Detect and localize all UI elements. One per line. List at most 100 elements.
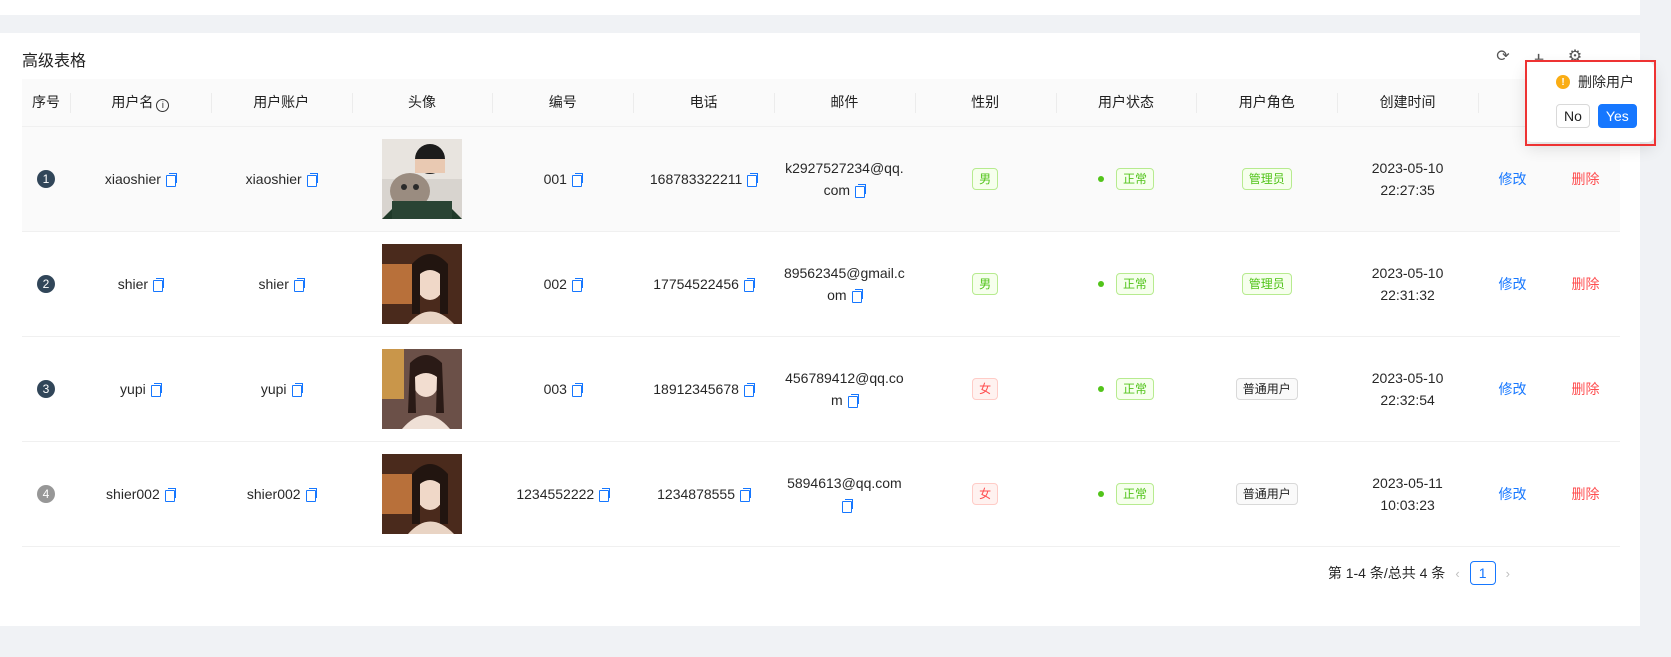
row-index-badge: 1 xyxy=(37,169,55,188)
col-role: 用户角色 xyxy=(1196,79,1338,127)
user-code: 002 xyxy=(543,275,567,292)
copy-icon[interactable] xyxy=(747,172,759,187)
username: shier002 xyxy=(106,485,160,502)
info-icon[interactable]: i xyxy=(156,98,170,112)
gender-tag: 女 xyxy=(972,377,999,400)
next-page-icon[interactable]: › xyxy=(1506,566,1510,581)
status-tag: 正常 xyxy=(1115,377,1154,400)
row-index-badge: 3 xyxy=(37,379,55,398)
copy-icon[interactable] xyxy=(847,393,859,408)
table-row: 1 xiaoshier xiaoshier 001 168783322211 k… xyxy=(22,126,1620,232)
username: yupi xyxy=(120,380,146,397)
role-tag: 普通用户 xyxy=(1235,377,1298,400)
edit-link[interactable]: 修改 xyxy=(1498,486,1526,502)
gender-tag: 男 xyxy=(972,167,999,190)
card-title: 高级表格 xyxy=(22,53,87,70)
copy-icon[interactable] xyxy=(305,487,317,502)
role-tag: 普通用户 xyxy=(1235,482,1298,505)
pagination-summary: 第 1-4 条/总共 4 条 xyxy=(1327,565,1446,581)
col-phone: 电话 xyxy=(633,79,774,127)
created-time: 2023-05-10 22:32:54 xyxy=(1371,369,1444,408)
copy-icon[interactable] xyxy=(293,277,305,292)
table-row: 3 yupi yupi 003 18912345678 456789412@qq… xyxy=(22,336,1620,442)
highlight-box xyxy=(1525,60,1656,146)
email: 456789412@qq.com xyxy=(785,369,904,408)
status-dot xyxy=(1097,175,1104,182)
col-avatar: 头像 xyxy=(351,79,493,127)
gender-tag: 女 xyxy=(972,482,999,505)
avatar xyxy=(381,348,462,429)
status-tag: 正常 xyxy=(1115,272,1154,295)
copy-icon[interactable] xyxy=(164,487,176,502)
row-index-badge: 2 xyxy=(37,274,55,293)
pagination: 第 1-4 条/总共 4 条 ‹ 1 › xyxy=(1328,561,1510,585)
delete-link[interactable]: 删除 xyxy=(1571,486,1599,502)
edit-link[interactable]: 修改 xyxy=(1498,276,1526,292)
delete-link[interactable]: 删除 xyxy=(1571,171,1599,187)
copy-icon[interactable] xyxy=(743,382,755,397)
table-header-row: 序号 用户名 i 用户账户 头像 编号 电话 邮件 性别 用户状态 用户角色 创建… xyxy=(22,79,1620,127)
copy-icon[interactable] xyxy=(571,172,583,187)
reload-icon[interactable]: ⟳ xyxy=(1492,45,1514,67)
copy-icon[interactable] xyxy=(599,487,611,502)
copy-icon[interactable] xyxy=(306,172,318,187)
copy-icon[interactable] xyxy=(291,382,303,397)
status-dot xyxy=(1097,385,1104,392)
phone: 1234878555 xyxy=(657,485,736,502)
delete-link[interactable]: 删除 xyxy=(1571,381,1599,397)
user-code: 001 xyxy=(543,170,567,187)
role-tag: 管理员 xyxy=(1241,272,1292,295)
account: yupi xyxy=(260,380,287,397)
user-table: 序号 用户名 i 用户账户 头像 编号 电话 邮件 性别 用户状态 用户角色 创建… xyxy=(22,79,1620,547)
username: shier xyxy=(117,275,149,292)
copy-icon[interactable] xyxy=(841,498,853,513)
email: 5894613@qq.com xyxy=(787,474,902,491)
status-dot xyxy=(1097,280,1104,287)
status-dot xyxy=(1097,490,1104,497)
delete-link[interactable]: 删除 xyxy=(1571,276,1599,292)
advanced-table-card: 高级表格 ⟳ ⫠ ⚙ 序号 用户名 i 用户账户 头像 编号 电话 邮件 性别 用… xyxy=(0,33,1640,626)
col-code: 编号 xyxy=(492,79,634,127)
copy-icon[interactable] xyxy=(743,277,755,292)
status-tag: 正常 xyxy=(1115,167,1154,190)
copy-icon[interactable] xyxy=(150,382,162,397)
page-item-current[interactable]: 1 xyxy=(1469,561,1496,585)
copy-icon[interactable] xyxy=(571,277,583,292)
account: shier xyxy=(258,275,289,292)
avatar xyxy=(381,138,462,219)
table-row: 4 shier002 shier002 1234552222 123487855… xyxy=(22,441,1620,547)
user-code: 003 xyxy=(543,380,567,397)
edit-link[interactable]: 修改 xyxy=(1498,171,1526,187)
user-code: 1234552222 xyxy=(516,485,595,502)
account: xiaoshier xyxy=(245,170,302,187)
col-account: 用户账户 xyxy=(210,79,352,127)
created-time: 2023-05-10 22:27:35 xyxy=(1371,159,1444,198)
prev-page-icon[interactable]: ‹ xyxy=(1455,566,1459,581)
col-status: 用户状态 xyxy=(1055,79,1197,127)
copy-icon[interactable] xyxy=(571,382,583,397)
copy-icon[interactable] xyxy=(740,487,752,502)
copy-icon[interactable] xyxy=(153,277,165,292)
role-tag: 管理员 xyxy=(1241,167,1292,190)
copy-icon[interactable] xyxy=(165,172,177,187)
edit-link[interactable]: 修改 xyxy=(1498,381,1526,397)
copy-icon[interactable] xyxy=(851,288,863,303)
top-card-strip xyxy=(0,0,1640,15)
created-time: 2023-05-11 10:03:23 xyxy=(1372,474,1443,513)
username: xiaoshier xyxy=(104,170,161,187)
col-username: 用户名 i xyxy=(70,79,211,127)
avatar xyxy=(381,243,462,324)
copy-icon[interactable] xyxy=(855,183,867,198)
table-row: 2 shier shier 002 17754522456 89562345@g… xyxy=(22,231,1620,337)
phone: 18912345678 xyxy=(653,380,739,397)
gender-tag: 男 xyxy=(972,272,999,295)
col-index: 序号 xyxy=(22,79,70,127)
account: shier002 xyxy=(246,485,301,502)
phone: 168783322211 xyxy=(649,170,743,187)
status-tag: 正常 xyxy=(1115,482,1154,505)
col-email: 邮件 xyxy=(773,79,915,127)
col-gender: 性别 xyxy=(914,79,1056,127)
avatar xyxy=(381,453,462,534)
created-time: 2023-05-10 22:31:32 xyxy=(1371,264,1444,303)
row-index-badge: 4 xyxy=(37,484,55,503)
